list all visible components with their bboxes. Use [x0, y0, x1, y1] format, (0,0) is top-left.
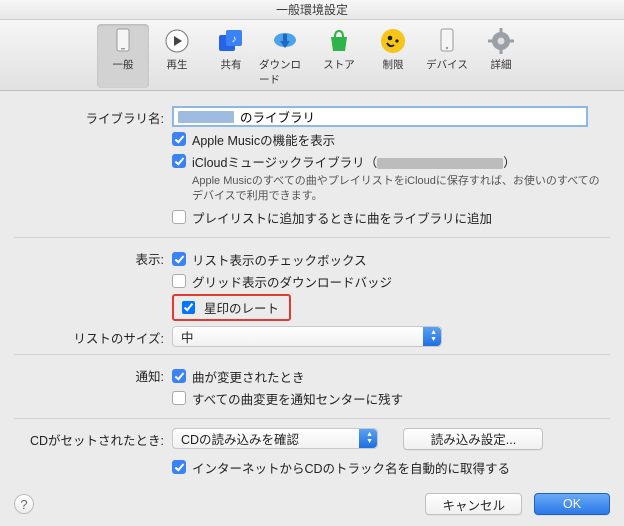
- tab-advanced[interactable]: 詳細: [475, 24, 527, 88]
- grid-badge-label: グリッド表示のダウンロードバッジ: [192, 272, 392, 291]
- cd-insert-label: CDがセットされたとき:: [14, 426, 172, 449]
- gear-icon: [486, 26, 516, 56]
- tab-restrict[interactable]: 制限: [367, 24, 419, 88]
- tab-label: ダウンロード: [259, 57, 311, 87]
- add-to-library-checkbox[interactable]: [172, 210, 186, 224]
- icloud-library-label: iCloudミュージックライブラリ（）: [192, 152, 516, 171]
- notify-label: 通知:: [14, 362, 172, 385]
- tab-store[interactable]: ストア: [313, 24, 365, 88]
- redacted-name: [178, 111, 234, 123]
- notification-center-checkbox[interactable]: [172, 391, 186, 405]
- icloud-library-checkbox[interactable]: [172, 154, 186, 168]
- star-rating-label: 星印のレート: [204, 298, 279, 317]
- sharing-icon: ♪: [216, 26, 246, 56]
- view-label: 表示:: [14, 245, 172, 268]
- apple-music-label: Apple Musicの機能を表示: [192, 130, 335, 149]
- parental-icon: [378, 26, 408, 56]
- device-icon: [432, 26, 462, 56]
- window-titlebar: 一般環境設定: [0, 0, 624, 20]
- svg-text:♪: ♪: [232, 34, 237, 45]
- icloud-help-text: Apple Musicのすべての曲やプレイリストをiCloudに保存すれば、お使…: [192, 174, 610, 204]
- tab-downloads[interactable]: ダウンロード: [259, 24, 311, 88]
- divider: [14, 354, 610, 355]
- ok-button[interactable]: OK: [534, 493, 610, 515]
- tab-label: 詳細: [491, 57, 512, 72]
- tab-label: 再生: [167, 57, 188, 72]
- library-name-label: ライブラリ名:: [14, 104, 172, 127]
- tab-playback[interactable]: 再生: [151, 24, 203, 88]
- list-checkboxes-checkbox[interactable]: [172, 252, 186, 266]
- divider: [14, 418, 610, 419]
- song-changed-checkbox[interactable]: [172, 369, 186, 383]
- tab-label: 共有: [221, 57, 242, 72]
- import-settings-button[interactable]: 読み込み設定...: [403, 428, 543, 450]
- list-size-label: リストのサイズ:: [14, 324, 172, 347]
- apple-music-checkbox[interactable]: [172, 132, 186, 146]
- tab-devices[interactable]: デバイス: [421, 24, 473, 88]
- star-rating-highlight: 星印のレート: [172, 294, 291, 321]
- window-title: 一般環境設定: [276, 1, 348, 18]
- tab-label: ストア: [323, 57, 355, 72]
- tab-sharing[interactable]: ♪ 共有: [205, 24, 257, 88]
- tab-label: 制限: [383, 57, 404, 72]
- list-checkboxes-label: リスト表示のチェックボックス: [192, 250, 367, 269]
- cancel-button[interactable]: キャンセル: [425, 493, 522, 515]
- prefs-toolbar: 一般 再生 ♪ 共有 ダウンロード ストア: [0, 20, 624, 91]
- download-icon: [270, 26, 300, 56]
- redacted-account: [377, 158, 503, 169]
- play-icon: [162, 26, 192, 56]
- tab-label: デバイス: [426, 57, 468, 72]
- cd-track-names-checkbox[interactable]: [172, 460, 186, 474]
- add-to-library-label: プレイリストに追加するときに曲をライブラリに追加: [192, 208, 492, 227]
- song-changed-label: 曲が変更されたとき: [192, 367, 305, 386]
- divider: [14, 237, 610, 238]
- store-icon: [324, 26, 354, 56]
- tab-general[interactable]: 一般: [97, 24, 149, 88]
- list-size-select[interactable]: 中 ▲▼: [172, 326, 442, 347]
- notification-center-label: すべての曲変更を通知センターに残す: [192, 389, 403, 408]
- help-button[interactable]: ?: [14, 494, 34, 514]
- footer: ? キャンセル OK: [0, 482, 624, 526]
- tab-label: 一般: [113, 57, 134, 72]
- general-icon: [108, 26, 138, 56]
- grid-badge-checkbox[interactable]: [172, 274, 186, 288]
- library-name-input[interactable]: [172, 106, 588, 127]
- cd-action-select[interactable]: CDの読み込みを確認 ▲▼: [172, 428, 378, 449]
- cd-track-names-label: インターネットからCDのトラック名を自動的に取得する: [192, 458, 510, 477]
- star-rating-checkbox[interactable]: [182, 301, 195, 314]
